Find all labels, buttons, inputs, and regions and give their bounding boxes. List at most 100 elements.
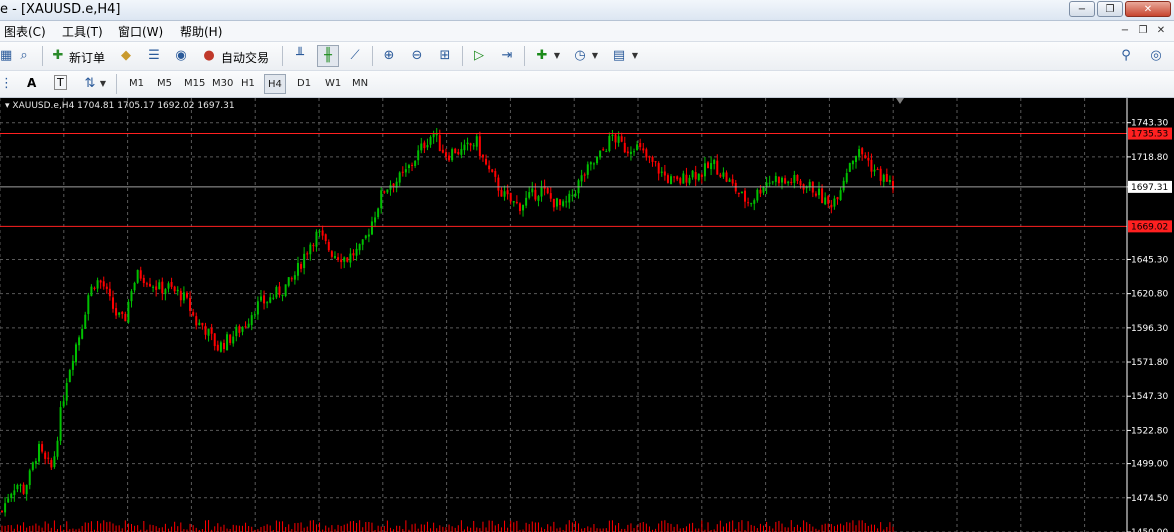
menu-window[interactable]: 窗口(W): [118, 23, 163, 40]
candle-body: [383, 191, 386, 193]
candle-body: [722, 172, 725, 177]
restore-button[interactable]: ❐: [1097, 1, 1123, 17]
text-tool-button[interactable]: A: [27, 76, 36, 90]
signal-icon[interactable]: ◉: [171, 46, 191, 66]
candle-body: [784, 178, 787, 184]
chevron-down-icon[interactable]: ▼: [98, 74, 108, 94]
mdi-restore-button[interactable]: ❐: [1136, 24, 1150, 38]
candle-body: [407, 165, 410, 169]
candles-icon[interactable]: ╫: [317, 45, 339, 67]
chart-icon[interactable]: ▦: [0, 46, 12, 66]
menu-tools[interactable]: 工具(T): [62, 23, 103, 40]
candle-body: [790, 181, 793, 183]
close-button[interactable]: ✕: [1125, 1, 1171, 17]
candle-body: [497, 177, 500, 191]
timeframe-h4[interactable]: H4: [264, 74, 286, 94]
candle-body: [139, 270, 142, 279]
tile-icon[interactable]: ⊞: [435, 46, 455, 66]
candle-body: [818, 188, 821, 196]
candle-body: [469, 143, 472, 146]
candle-body: [448, 155, 451, 161]
navigator-icon[interactable]: ☰: [144, 46, 164, 66]
candle-body: [380, 190, 383, 209]
timeframe-mn[interactable]: MN: [349, 74, 371, 94]
candle-body: [293, 275, 296, 280]
candle-body: [821, 188, 824, 204]
periods-icon[interactable]: ◷: [570, 46, 590, 66]
new-order-icon[interactable]: ✚: [48, 46, 68, 66]
new-order-button[interactable]: 新订单: [69, 49, 105, 66]
toolbar-divider: [372, 46, 373, 66]
chevron-down-icon[interactable]: ▼: [590, 46, 600, 66]
zoom-out-icon[interactable]: ⊖: [407, 46, 427, 66]
candle-body: [284, 284, 287, 296]
candle-body: [87, 295, 90, 315]
candle-body: [870, 159, 873, 172]
chat-icon[interactable]: ◎: [1146, 46, 1166, 66]
candle-body: [152, 286, 155, 288]
price-chart[interactable]: 1743.30 1718.80 1697.31 1645.30 1620.80 1596.…: [0, 98, 1174, 532]
candle-body: [420, 143, 423, 151]
candle-body: [851, 160, 854, 165]
chart-collapse-icon[interactable]: ▾: [5, 101, 10, 111]
market-watch-icon[interactable]: ◆: [116, 46, 136, 66]
price-axis-label: 1645.30: [1131, 255, 1168, 265]
timeframe-w1[interactable]: W1: [322, 74, 344, 94]
line-chart-icon[interactable]: ⟋: [345, 46, 365, 66]
candle-body: [888, 179, 891, 183]
arrows-tool-icon[interactable]: ⇅: [80, 74, 100, 94]
candle-body: [290, 278, 293, 280]
chart-canvas[interactable]: 1743.30 1718.80 1697.31 1645.30 1620.80 1596.…: [0, 98, 1174, 532]
candle-body: [216, 344, 219, 351]
auto-trading-button[interactable]: 自动交易: [221, 49, 269, 66]
timeframe-m30[interactable]: M30: [209, 74, 236, 94]
bar-chart-icon[interactable]: ╨: [290, 46, 310, 66]
mdi-minimize-button[interactable]: −: [1118, 24, 1132, 38]
candle-body: [611, 134, 614, 136]
candle-body: [226, 334, 229, 351]
candle-body: [50, 460, 53, 468]
chevron-down-icon[interactable]: ▼: [552, 46, 562, 66]
candle-body: [256, 301, 259, 315]
timeframe-m15[interactable]: M15: [181, 74, 208, 94]
minimize-button[interactable]: −: [1069, 1, 1095, 17]
price-axis-label: 1450.00: [1131, 528, 1168, 532]
candle-body: [130, 291, 133, 302]
price-axis-label: 1718.80: [1131, 153, 1168, 163]
auto-trading-icon[interactable]: ●: [199, 46, 219, 66]
search-icon[interactable]: ⚲: [1116, 46, 1136, 66]
timeframe-m1[interactable]: M1: [126, 74, 147, 94]
candle-body: [620, 136, 623, 142]
candle-body: [142, 277, 145, 284]
candle-body: [626, 151, 629, 154]
menu-charts[interactable]: 图表(C): [4, 23, 46, 40]
templates-icon[interactable]: ▤: [609, 46, 629, 66]
menu-help[interactable]: 帮助(H): [180, 23, 222, 40]
candle-body: [472, 145, 475, 147]
candle-body: [124, 313, 127, 322]
candle-body: [321, 230, 324, 236]
candle-body: [525, 197, 528, 206]
chevron-down-icon[interactable]: ▼: [630, 46, 640, 66]
candle-body: [796, 175, 799, 181]
candle-body: [651, 156, 654, 162]
candle-body: [867, 157, 870, 161]
zoom-in-icon[interactable]: ⊕: [379, 46, 399, 66]
candle-body: [694, 172, 697, 180]
candle-body: [506, 190, 509, 195]
autoscroll-icon[interactable]: ▷: [469, 46, 489, 66]
candle-body: [552, 198, 555, 208]
candle-body: [10, 493, 13, 499]
timeframe-h1[interactable]: H1: [238, 74, 258, 94]
zoom-chart-icon[interactable]: ⌕: [14, 46, 34, 66]
text-label-tool-button[interactable]: T: [54, 75, 67, 90]
timeframe-d1[interactable]: D1: [294, 74, 314, 94]
chart-shift-icon[interactable]: ⇥: [497, 46, 517, 66]
timeframe-m5[interactable]: M5: [154, 74, 175, 94]
mdi-close-button[interactable]: ✕: [1154, 24, 1168, 38]
current-price-label: 1697.31: [1131, 183, 1168, 193]
indicators-icon[interactable]: ✚: [532, 46, 552, 66]
candle-body: [155, 286, 158, 290]
candle-body: [614, 134, 617, 143]
candle-body: [636, 144, 639, 151]
